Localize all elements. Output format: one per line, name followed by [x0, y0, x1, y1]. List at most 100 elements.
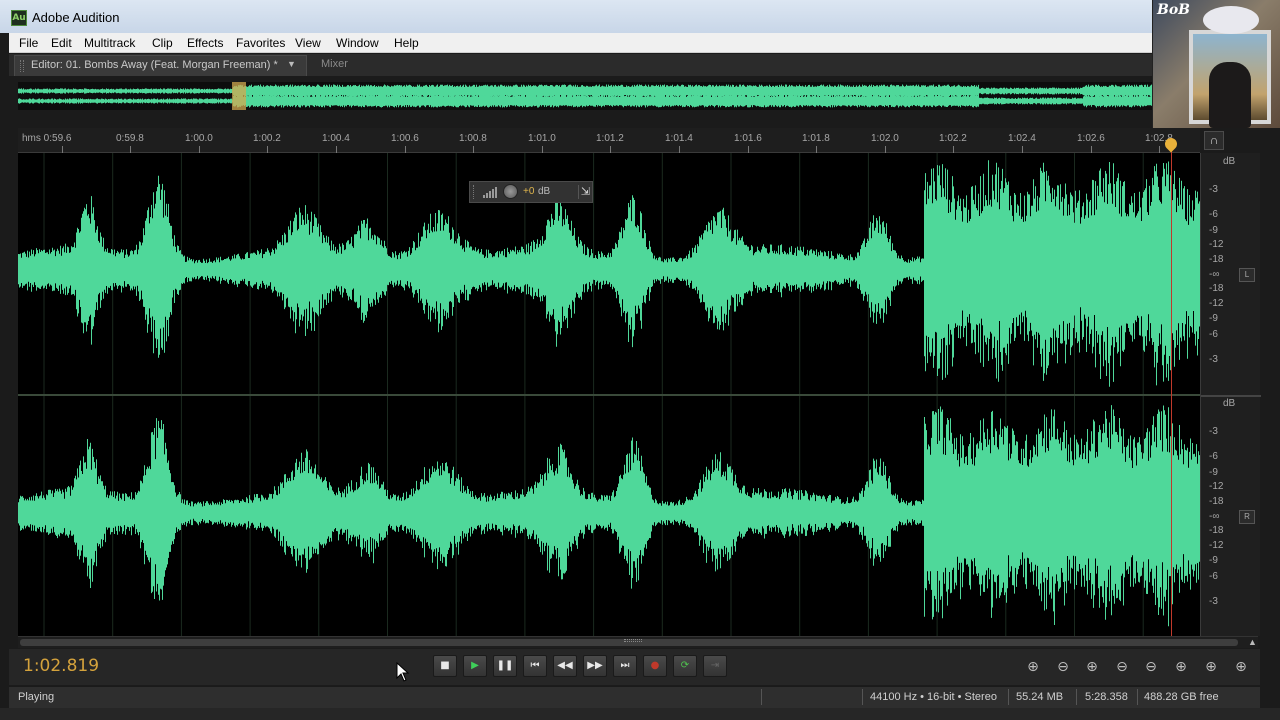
level-unit: dB — [538, 186, 551, 197]
channel-right-badge[interactable]: R — [1239, 510, 1255, 524]
ruler-tick — [130, 146, 131, 153]
play-button[interactable]: ▶ — [463, 655, 487, 677]
left-channel-waveform — [18, 160, 1200, 387]
cloud-illustration — [1203, 6, 1259, 34]
waveform-display[interactable] — [18, 153, 1200, 636]
tab-editor-label: Editor: 01. Bombs Away (Feat. Morgan Fre… — [31, 59, 278, 71]
db-label: -18 — [1209, 496, 1224, 507]
db-scale: dB -3 -6 -9 -12 -18 -∞ -18 -12 -9 -6 -3 … — [1200, 153, 1261, 636]
fast-forward-icon: ▶▶ — [587, 660, 603, 671]
window-title: Adobe Audition — [32, 10, 120, 25]
channel-left-badge[interactable]: L — [1239, 268, 1255, 282]
ruler-tick — [1159, 146, 1160, 153]
ruler-label: 1:00.6 — [391, 133, 419, 144]
db-label: -9 — [1209, 467, 1218, 478]
menu-view[interactable]: View — [295, 36, 321, 50]
fast-forward-button[interactable]: ▶▶ — [583, 655, 607, 677]
db-label: -9 — [1209, 555, 1218, 566]
db-header-bottom: dB — [1223, 398, 1236, 409]
ruler-label: 1:00.4 — [322, 133, 350, 144]
zoom-in-time-icon[interactable]: ⊕ — [1081, 657, 1103, 677]
level-value[interactable]: +0 — [523, 186, 534, 197]
menu-file[interactable]: File — [19, 36, 38, 50]
skip-selection-button[interactable]: ⇥ — [703, 655, 727, 677]
ruler-label: 0:59.8 — [116, 133, 144, 144]
record-icon: ● — [650, 660, 660, 671]
menu-clip[interactable]: Clip — [152, 36, 173, 50]
zoom-in-at-end-icon[interactable]: ⊕ — [1200, 657, 1222, 677]
play-icon: ▶ — [471, 660, 479, 671]
db-label: -6 — [1209, 209, 1218, 220]
zoom-out-full-icon[interactable]: ⊖ — [1140, 657, 1162, 677]
loop-icon: ⟳ — [680, 660, 690, 671]
menu-edit[interactable]: Edit — [51, 36, 72, 50]
hud-grip-icon[interactable] — [473, 185, 477, 199]
channel-logo: BoB — [1157, 2, 1191, 18]
db-label: -3 — [1209, 354, 1218, 365]
menu-multitrack[interactable]: Multitrack — [84, 36, 135, 50]
db-label: -3 — [1209, 596, 1218, 607]
stop-button[interactable]: ■ — [433, 655, 457, 677]
ruler-label: 1:01.2 — [596, 133, 624, 144]
chevron-down-icon[interactable]: ▼ — [287, 59, 296, 69]
ruler-label: 1:01.6 — [734, 133, 762, 144]
audition-app-icon: Au — [11, 10, 27, 26]
panel-tabs: Editor: 01. Bombs Away (Feat. Morgan Fre… — [9, 54, 1152, 76]
zoom-selection-icon[interactable]: ⊕ — [1230, 657, 1252, 677]
go-to-start-button[interactable]: ⏮ — [523, 655, 547, 677]
zoom-out-time-icon[interactable]: ⊖ — [1111, 657, 1133, 677]
menu-help[interactable]: Help — [394, 36, 419, 50]
menu-window[interactable]: Window — [336, 36, 379, 50]
rewind-button[interactable]: ◀◀ — [553, 655, 577, 677]
headphones-icon[interactable]: ∩ — [1204, 131, 1224, 150]
ruler-label: 1:02.4 — [1008, 133, 1036, 144]
record-button[interactable]: ● — [643, 655, 667, 677]
ruler-label: 1:02.0 — [871, 133, 899, 144]
overview-channel — [18, 94, 1152, 108]
zoom-in-at-start-icon[interactable]: ⊕ — [1170, 657, 1192, 677]
ruler-label: 1:00.2 — [253, 133, 281, 144]
stereo-waveform — [18, 153, 1200, 636]
pin-icon[interactable]: ⇲ — [578, 185, 592, 199]
audition-window: Au Adobe Audition BoB File Edit Multitra… — [0, 0, 1280, 720]
ruler-tick — [679, 146, 680, 153]
tab-grip-icon[interactable] — [20, 60, 24, 72]
ruler-label: 1:01.8 — [802, 133, 830, 144]
playhead[interactable] — [1171, 138, 1172, 636]
ruler-tick — [1091, 146, 1092, 153]
overview-visible-range[interactable] — [232, 82, 246, 110]
menu-favorites[interactable]: Favorites — [236, 36, 285, 50]
zoom-in-amplitude-icon[interactable]: ⊕ — [1022, 657, 1044, 677]
ruler-label: 1:02.6 — [1077, 133, 1105, 144]
ruler-tick — [748, 146, 749, 153]
rewind-icon: ◀◀ — [557, 660, 573, 671]
current-time-display[interactable]: 1:02.819 — [23, 656, 99, 676]
skip-selection-icon: ⇥ — [710, 660, 720, 671]
menu-bar: File Edit Multitrack Clip Effects Favori… — [9, 33, 1152, 53]
status-divider — [862, 689, 863, 705]
status-free-space: 488.28 GB free — [1144, 691, 1219, 703]
time-ruler[interactable]: hms 0:59.6 0:59.8 1:00.0 1:00.2 1:00.4 1… — [18, 128, 1200, 153]
db-label: -3 — [1209, 184, 1218, 195]
ruler-label: 1:02.2 — [939, 133, 967, 144]
db-label: -∞ — [1209, 511, 1220, 522]
status-divider — [1076, 689, 1077, 705]
scroll-up-icon[interactable]: ▲ — [1248, 637, 1257, 647]
tab-mixer[interactable]: Mixer — [321, 58, 348, 70]
ruler-tick — [473, 146, 474, 153]
db-label: -12 — [1209, 540, 1224, 551]
zoom-out-amplitude-icon[interactable]: ⊖ — [1052, 657, 1074, 677]
ruler-tick — [405, 146, 406, 153]
pause-button[interactable]: ❚❚ — [493, 655, 517, 677]
horizontal-scrollbar[interactable]: ▲ — [18, 636, 1258, 648]
loop-button[interactable]: ⟳ — [673, 655, 697, 677]
volume-knob[interactable] — [503, 184, 518, 199]
tab-editor[interactable]: Editor: 01. Bombs Away (Feat. Morgan Fre… — [14, 55, 307, 76]
level-hud[interactable]: +0 dB ⇲ — [469, 181, 593, 203]
waveform-overview[interactable] — [18, 82, 1152, 110]
ruler-label: 1:01.0 — [528, 133, 556, 144]
go-to-end-button[interactable]: ⏭ — [613, 655, 637, 677]
menu-effects[interactable]: Effects — [187, 36, 223, 50]
scrollbar-grip-icon[interactable] — [624, 639, 642, 642]
person-illustration — [1209, 62, 1251, 128]
